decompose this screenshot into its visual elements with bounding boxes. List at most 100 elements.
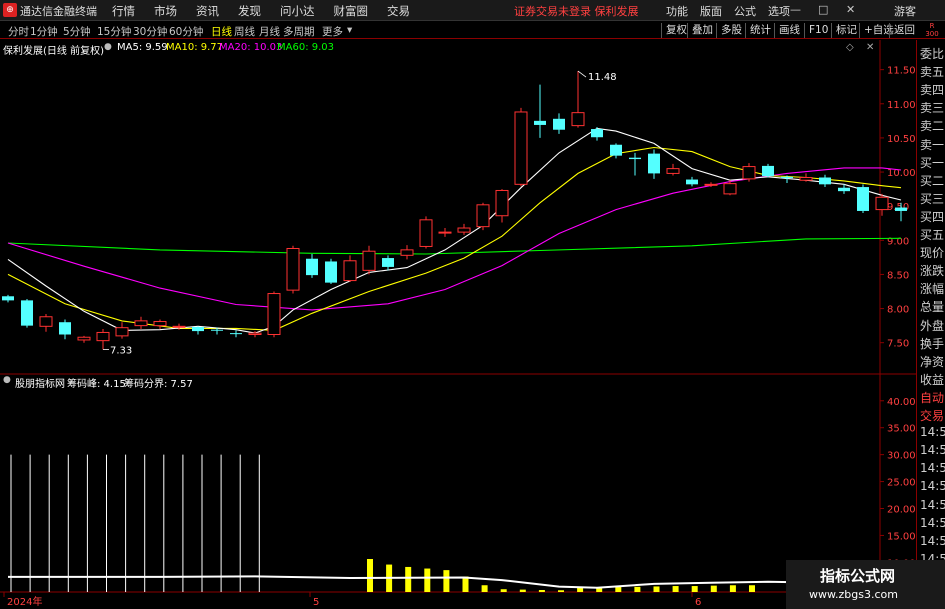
side-panel-item[interactable]: 涨幅 bbox=[920, 280, 944, 297]
toolbar-button[interactable]: 标记 bbox=[831, 23, 861, 38]
candle-body-down bbox=[781, 176, 793, 179]
side-panel-item[interactable]: 买二 bbox=[920, 172, 944, 189]
close-icon[interactable]: ✕ bbox=[846, 3, 855, 16]
side-panel-item[interactable]: 涨跌 bbox=[920, 262, 944, 279]
candle-body-down bbox=[230, 333, 242, 335]
minimize-icon[interactable]: — bbox=[790, 3, 801, 16]
side-panel-item[interactable]: 卖四 bbox=[920, 81, 944, 98]
toolbar-button[interactable]: 画线 bbox=[774, 23, 804, 38]
y-tick-label: 8.00 bbox=[887, 305, 909, 316]
yellow-bar bbox=[481, 585, 488, 592]
period-tab[interactable]: 分时 bbox=[8, 24, 29, 39]
candle-body-down bbox=[553, 118, 565, 130]
side-panel-item[interactable]: 委比 bbox=[920, 45, 944, 62]
main-chart-info: 保利发展(日线 前复权) ● MA5: 9.59 MA10: 9.77 MA20… bbox=[0, 40, 880, 57]
panel-close-icon[interactable]: ✕ bbox=[866, 42, 874, 53]
side-panel-item[interactable]: 卖三 bbox=[920, 99, 944, 116]
side-panel-item[interactable]: 买三 bbox=[920, 190, 944, 207]
side-panel-item[interactable]: 14:5 bbox=[920, 479, 945, 493]
candle-body-up bbox=[134, 320, 148, 327]
menu-item[interactable]: 发现 bbox=[238, 3, 261, 19]
ma5-label: MA5: 9.59 bbox=[117, 42, 168, 53]
side-panel-item[interactable]: 买五 bbox=[920, 226, 944, 243]
period-toolbar: 分时 1分钟 5分钟 15分钟 30分钟 60分钟 日线 周线 月线 多周期 更多 ▾ 复权 叠加 多股 统计… bbox=[0, 22, 945, 39]
app-title: 通达信金融终端 bbox=[20, 5, 97, 18]
period-tab[interactable]: 多周期 bbox=[283, 24, 315, 39]
badge-top: R bbox=[929, 22, 935, 30]
candle-body-down bbox=[648, 153, 660, 174]
side-panel-item[interactable]: 收益 bbox=[920, 371, 944, 388]
side-panel-item[interactable]: 14:5 bbox=[920, 534, 945, 548]
more-chevron-down-icon[interactable]: ▾ bbox=[347, 24, 352, 36]
candle-body-down bbox=[762, 165, 774, 177]
side-panel-item[interactable]: 总量 bbox=[920, 298, 944, 315]
side-panel-item[interactable]: 交易 bbox=[920, 407, 944, 424]
period-tab[interactable]: 15分钟 bbox=[97, 24, 131, 39]
settings-icon[interactable]: ● bbox=[104, 42, 112, 52]
yellow-bar bbox=[710, 585, 717, 592]
maximize-icon[interactable]: □ bbox=[818, 3, 828, 16]
chart-area[interactable]: 11.5011.0010.5010.009.509.008.508.007.50… bbox=[0, 40, 916, 609]
menu-item[interactable]: 行情 bbox=[112, 3, 135, 19]
period-tab[interactable]: 更多 bbox=[322, 24, 343, 39]
candle-body-down bbox=[382, 258, 394, 267]
toolbar-button[interactable]: 返回 bbox=[889, 23, 919, 38]
period-tab[interactable]: 日线 bbox=[211, 24, 232, 39]
toolbar-button[interactable]: 统计 bbox=[745, 23, 775, 38]
side-panel-item[interactable]: 卖二 bbox=[920, 117, 944, 134]
toolbar-button[interactable]: 叠加 bbox=[687, 23, 717, 38]
side-panel-item[interactable]: 卖一 bbox=[920, 136, 944, 153]
side-panel-item[interactable]: 净资 bbox=[920, 353, 944, 370]
yellow-bar bbox=[653, 586, 660, 592]
side-panel-item[interactable]: 14:5 bbox=[920, 516, 945, 530]
side-panel-item[interactable]: 14:5 bbox=[920, 461, 945, 475]
right-menu-item[interactable]: 公式 bbox=[734, 3, 756, 19]
toolbar-button[interactable]: 多股 bbox=[716, 23, 746, 38]
collapse-chevron-icon[interactable]: ◇ bbox=[846, 42, 854, 53]
side-panel-item[interactable]: 买四 bbox=[920, 208, 944, 225]
period-tab[interactable]: 1分钟 bbox=[30, 24, 58, 39]
candle-body-up bbox=[666, 168, 680, 174]
candle-body-up bbox=[457, 227, 471, 233]
side-panel-item[interactable]: 14:5 bbox=[920, 425, 945, 439]
side-panel-item[interactable]: 卖五 bbox=[920, 63, 944, 80]
chip-line bbox=[8, 575, 902, 589]
right-menu-item[interactable]: 版面 bbox=[700, 3, 722, 19]
right-menu: 功能 版面 公式 选项 bbox=[666, 3, 802, 19]
menu-item[interactable]: 市场 bbox=[154, 3, 177, 19]
menu-item[interactable]: 财富圈 bbox=[334, 3, 369, 19]
candle-body-down bbox=[819, 177, 831, 185]
menu-item[interactable]: 交易 bbox=[387, 3, 410, 19]
stock-pool-badge[interactable]: R 300 bbox=[920, 22, 944, 38]
x-tick-label: 2024年 bbox=[7, 595, 42, 608]
menu-item[interactable]: 问小达 bbox=[280, 3, 315, 19]
candle-body-up bbox=[153, 321, 167, 327]
candle-body-down bbox=[629, 157, 641, 160]
high-price-label: 11.48 bbox=[588, 72, 617, 83]
side-panel-item[interactable]: 外盘 bbox=[920, 317, 944, 334]
app-logo-icon: ⊕ bbox=[3, 3, 17, 17]
candle-body-up bbox=[571, 112, 585, 127]
trade-login-warning[interactable]: 证券交易未登录 保利发展 bbox=[514, 3, 639, 19]
right-menu-item[interactable]: 选项 bbox=[768, 3, 790, 19]
candle-body-down bbox=[306, 258, 318, 276]
toolbar-button[interactable]: F10 bbox=[804, 23, 832, 38]
right-menu-item[interactable]: 功能 bbox=[666, 3, 688, 19]
period-tab[interactable]: 60分钟 bbox=[169, 24, 203, 39]
side-panel-item[interactable]: 换手 bbox=[920, 335, 944, 352]
period-tab[interactable]: 周线 bbox=[234, 24, 255, 39]
menu-item[interactable]: 资讯 bbox=[196, 3, 219, 19]
user-guest-label[interactable]: 游客 bbox=[894, 3, 916, 19]
watermark-title: 指标公式网 bbox=[820, 567, 896, 585]
indicator-settings-icon[interactable]: ● bbox=[3, 375, 11, 385]
side-panel-item[interactable]: 自动 bbox=[920, 389, 944, 406]
side-panel-item[interactable]: 买一 bbox=[920, 154, 944, 171]
side-panel-item[interactable]: 14:5 bbox=[920, 498, 945, 512]
period-tab[interactable]: 5分钟 bbox=[63, 24, 91, 39]
side-panel-item[interactable]: 现价 bbox=[920, 244, 944, 261]
yellow-bar bbox=[462, 576, 469, 592]
candle-body-down bbox=[591, 129, 603, 138]
period-tab[interactable]: 月线 bbox=[259, 24, 280, 39]
side-panel-item[interactable]: 14:5 bbox=[920, 443, 945, 457]
period-tab[interactable]: 30分钟 bbox=[133, 24, 167, 39]
